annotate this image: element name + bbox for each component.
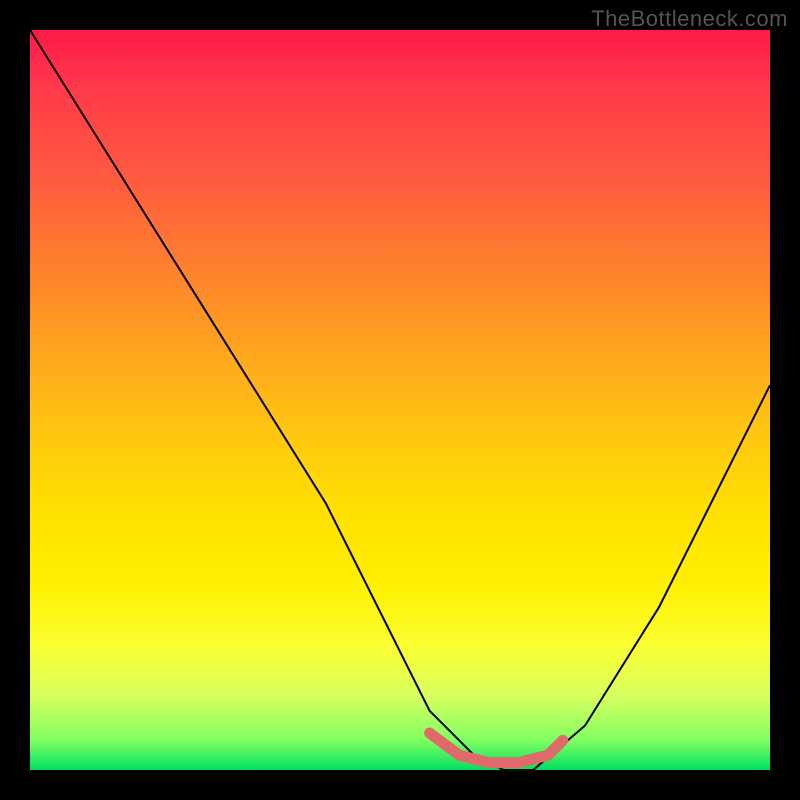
watermark-text: TheBottleneck.com <box>591 6 788 32</box>
chart-plot-area <box>30 30 770 770</box>
chart-svg <box>30 30 770 770</box>
bottleneck-curve-line <box>30 30 770 770</box>
optimal-range-band <box>430 733 563 763</box>
